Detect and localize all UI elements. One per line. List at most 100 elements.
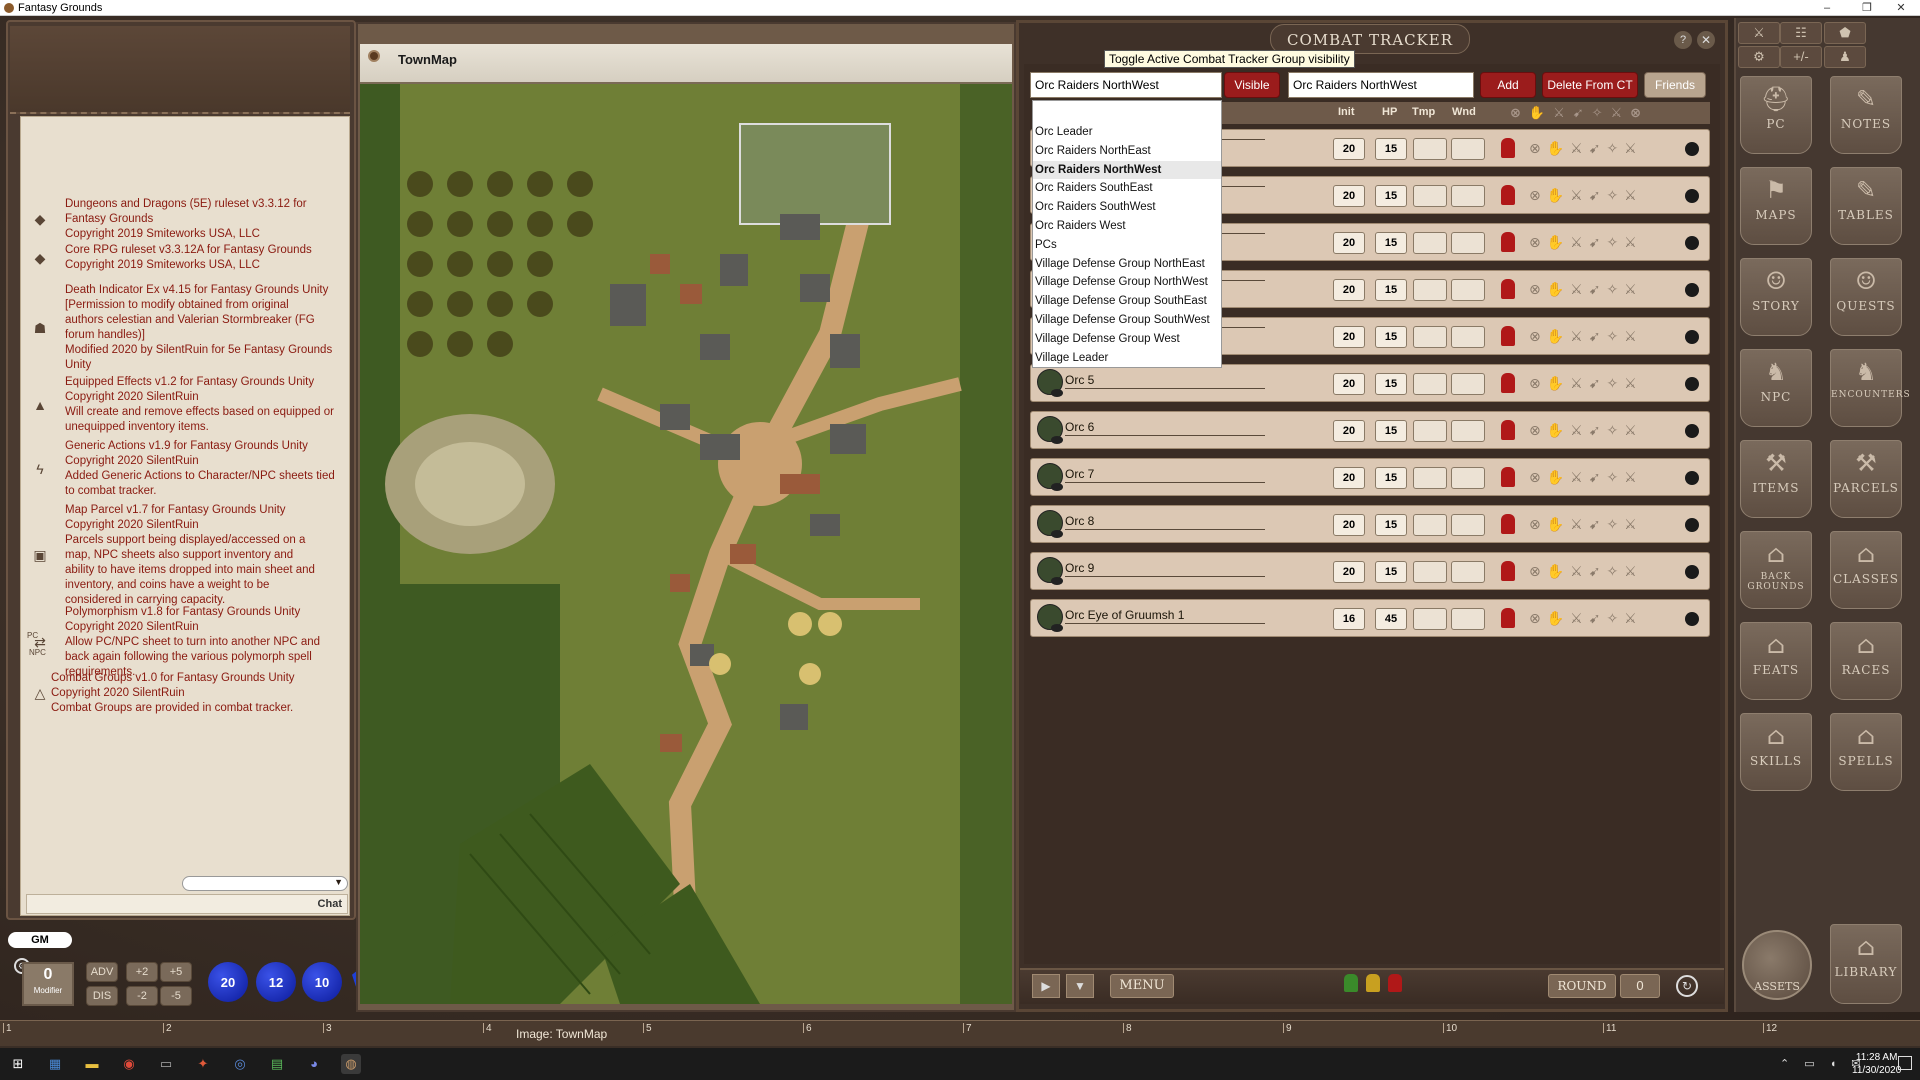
ct-row[interactable]: Orc 8 20 15 ⊗✋⚔➹✧⚔ bbox=[1030, 505, 1710, 543]
foe-faction-icon[interactable] bbox=[1501, 326, 1515, 346]
map-header[interactable]: TownMap bbox=[360, 44, 1012, 84]
calculator-icon[interactable]: ▦ bbox=[45, 1054, 65, 1074]
foe-faction-icon[interactable] bbox=[1501, 373, 1515, 393]
wnd-field[interactable] bbox=[1451, 279, 1485, 301]
sidebar-button-maps[interactable]: ⚑ MAPS bbox=[1740, 167, 1812, 245]
eye-icon[interactable] bbox=[1051, 436, 1063, 444]
hp-field[interactable]: 15 bbox=[1375, 561, 1407, 583]
active-indicator-icon[interactable] bbox=[1685, 283, 1699, 297]
wnd-field[interactable] bbox=[1451, 373, 1485, 395]
dropdown-option[interactable]: PCs bbox=[1033, 236, 1221, 255]
hp-field[interactable]: 15 bbox=[1375, 185, 1407, 207]
sidebar-button-notes[interactable]: ✎ NOTES bbox=[1830, 76, 1902, 154]
active-indicator-icon[interactable] bbox=[1685, 330, 1699, 344]
init-field[interactable]: 20 bbox=[1333, 138, 1365, 160]
library-button[interactable]: ⌂ LIBRARY bbox=[1830, 924, 1902, 1004]
dropdown-option[interactable]: Orc Raiders SouthEast bbox=[1033, 179, 1221, 198]
ct-row-section-icons[interactable]: ⊗✋⚔➹✧⚔ bbox=[1529, 187, 1643, 204]
d20-die-icon[interactable]: 20 bbox=[208, 962, 248, 1002]
init-field[interactable]: 20 bbox=[1333, 467, 1365, 489]
tmp-field[interactable] bbox=[1413, 561, 1447, 583]
modifier-button[interactable]: DIS bbox=[86, 986, 118, 1006]
modifier-box[interactable]: 0 Modifier bbox=[22, 962, 74, 1006]
sidebar-tool-button[interactable]: ⚙ bbox=[1738, 46, 1780, 68]
hp-field[interactable]: 15 bbox=[1375, 420, 1407, 442]
active-indicator-icon[interactable] bbox=[1685, 565, 1699, 579]
sidebar-tool-button[interactable]: ♟ bbox=[1824, 46, 1866, 68]
d10-die-icon[interactable]: 10 bbox=[302, 962, 342, 1002]
chat-input[interactable] bbox=[26, 894, 348, 914]
hp-field[interactable]: 15 bbox=[1375, 514, 1407, 536]
eye-icon[interactable] bbox=[1051, 530, 1063, 538]
tmp-field[interactable] bbox=[1413, 467, 1447, 489]
notepad-icon[interactable]: ▤ bbox=[267, 1054, 287, 1074]
init-field[interactable]: 16 bbox=[1333, 608, 1365, 630]
delete-from-ct-button[interactable]: Delete From CT bbox=[1542, 72, 1638, 98]
foe-faction-icon[interactable] bbox=[1501, 467, 1515, 487]
eye-icon[interactable] bbox=[1051, 483, 1063, 491]
hp-field[interactable]: 15 bbox=[1375, 373, 1407, 395]
dropdown-option[interactable]: Orc Raiders SouthWest bbox=[1033, 198, 1221, 217]
ct-row-section-icons[interactable]: ⊗✋⚔➹✧⚔ bbox=[1529, 516, 1643, 533]
tmp-field[interactable] bbox=[1413, 279, 1447, 301]
init-field[interactable]: 20 bbox=[1333, 373, 1365, 395]
sidebar-button-back-grounds[interactable]: ⌂ BACK GROUNDS bbox=[1740, 531, 1812, 609]
assets-button[interactable]: ASSETS bbox=[1742, 930, 1812, 1000]
ct-row[interactable]: Orc 7 20 15 ⊗✋⚔➹✧⚔ bbox=[1030, 458, 1710, 496]
group-select-field[interactable]: Orc Raiders NorthWest bbox=[1030, 72, 1222, 98]
wnd-field[interactable] bbox=[1451, 561, 1485, 583]
foe-faction-icon[interactable] bbox=[1501, 608, 1515, 628]
ct-row[interactable]: Orc Eye of Gruumsh 1 16 45 ⊗✋⚔➹✧⚔ bbox=[1030, 599, 1710, 637]
notifications-icon[interactable] bbox=[1898, 1056, 1912, 1070]
sidebar-button-quests[interactable]: ☺ QUESTS bbox=[1830, 258, 1902, 336]
friendly-faction-icon[interactable] bbox=[1344, 974, 1358, 992]
dropdown-option[interactable]: Village Defense Group SouthEast bbox=[1033, 292, 1221, 311]
dropdown-option[interactable]: Orc Raiders West bbox=[1033, 217, 1221, 236]
wnd-field[interactable] bbox=[1451, 185, 1485, 207]
taskbar-clock[interactable]: 11:28 AM 11/30/2020 bbox=[1852, 1051, 1901, 1077]
previous-actor-arrow-icon[interactable]: ▶ bbox=[1032, 974, 1060, 998]
foe-faction-icon[interactable] bbox=[1501, 420, 1515, 440]
close-window-button[interactable]: ✕ bbox=[1886, 0, 1916, 16]
init-field[interactable]: 20 bbox=[1333, 420, 1365, 442]
sidebar-tool-button[interactable]: ⬟ bbox=[1824, 22, 1866, 44]
foe-faction-icon[interactable] bbox=[1501, 138, 1515, 158]
chrome-icon[interactable]: ◉ bbox=[119, 1054, 139, 1074]
tmp-field[interactable] bbox=[1413, 138, 1447, 160]
app-icon[interactable]: ✦ bbox=[193, 1054, 213, 1074]
chat-log[interactable]: ◆ Dungeons and Dragons (5E) ruleset v3.3.… bbox=[20, 116, 350, 916]
tmp-field[interactable] bbox=[1413, 232, 1447, 254]
sidebar-button-pc[interactable]: ⛑ PC bbox=[1740, 76, 1812, 154]
dropdown-option[interactable]: Village Defense Group West bbox=[1033, 330, 1221, 349]
tmp-field[interactable] bbox=[1413, 326, 1447, 348]
group-name-input[interactable]: Orc Raiders NorthWest bbox=[1288, 72, 1474, 98]
ct-row[interactable]: Orc 6 20 15 ⊗✋⚔➹✧⚔ bbox=[1030, 411, 1710, 449]
menu-button[interactable]: MENU bbox=[1110, 974, 1174, 998]
wnd-field[interactable] bbox=[1451, 514, 1485, 536]
foe-faction-icon[interactable] bbox=[1501, 185, 1515, 205]
tmp-field[interactable] bbox=[1413, 373, 1447, 395]
modifier-button[interactable]: +2 bbox=[126, 962, 158, 982]
sidebar-button-classes[interactable]: ⌂ CLASSES bbox=[1830, 531, 1902, 609]
file-explorer-icon[interactable]: ▬ bbox=[82, 1054, 102, 1074]
active-indicator-icon[interactable] bbox=[1685, 142, 1699, 156]
active-indicator-icon[interactable] bbox=[1685, 189, 1699, 203]
sidebar-button-items[interactable]: ⚒ ITEMS bbox=[1740, 440, 1812, 518]
hp-field[interactable]: 15 bbox=[1375, 279, 1407, 301]
ct-row-section-icons[interactable]: ⊗✋⚔➹✧⚔ bbox=[1529, 234, 1643, 251]
ct-row-section-icons[interactable]: ⊗✋⚔➹✧⚔ bbox=[1529, 610, 1643, 627]
eye-icon[interactable] bbox=[1051, 389, 1063, 397]
active-indicator-icon[interactable] bbox=[1685, 612, 1699, 626]
init-field[interactable]: 20 bbox=[1333, 232, 1365, 254]
sidebar-tool-button[interactable]: ⚔ bbox=[1738, 22, 1780, 44]
foe-faction-icon[interactable] bbox=[1501, 232, 1515, 252]
wnd-field[interactable] bbox=[1451, 420, 1485, 442]
dropdown-option[interactable]: Village Leader bbox=[1033, 349, 1221, 368]
sidebar-button-npc[interactable]: ♞ NPC bbox=[1740, 349, 1812, 427]
hp-field[interactable]: 15 bbox=[1375, 467, 1407, 489]
tmp-field[interactable] bbox=[1413, 420, 1447, 442]
close-combat-tracker-button[interactable]: ✕ bbox=[1697, 31, 1715, 49]
next-actor-arrow-icon[interactable]: ▼ bbox=[1066, 974, 1094, 998]
restore-button[interactable]: ❐ bbox=[1852, 0, 1882, 16]
ct-row-section-icons[interactable]: ⊗✋⚔➹✧⚔ bbox=[1529, 375, 1643, 392]
